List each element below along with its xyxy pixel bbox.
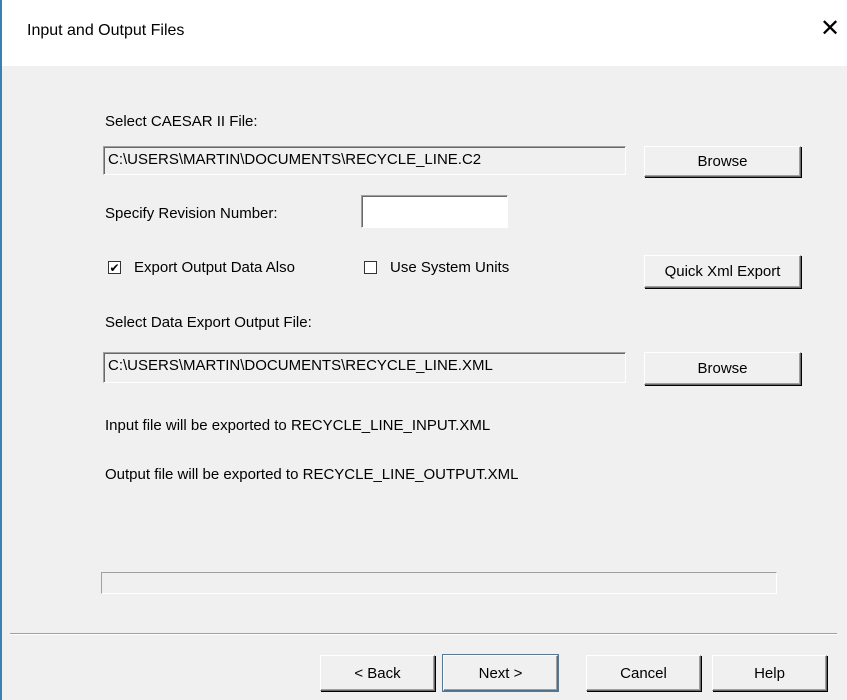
caesar-file-label: Select CAESAR II File: (105, 113, 258, 130)
export-file-field[interactable]: C:\USERS\MARTIN\DOCUMENTS\RECYCLE_LINE.X… (103, 352, 626, 383)
export-browse-button[interactable]: Browse (644, 352, 801, 385)
revision-label: Specify Revision Number: (105, 205, 278, 222)
revision-input[interactable] (361, 195, 508, 228)
caesar-file-field[interactable]: C:\USERS\MARTIN\DOCUMENTS\RECYCLE_LINE.C… (103, 146, 626, 175)
system-units-label: Use System Units (390, 259, 510, 276)
output-export-message: Output file will be exported to RECYCLE_… (105, 466, 519, 483)
close-icon[interactable]: ✕ (815, 14, 845, 44)
back-button[interactable]: < Back (320, 655, 435, 691)
dialog-title: Input and Output Files (27, 22, 185, 39)
export-file-label: Select Data Export Output File: (105, 314, 312, 331)
export-output-checkbox[interactable]: ✔ (108, 261, 121, 274)
input-export-message: Input file will be exported to RECYCLE_L… (105, 417, 491, 434)
caesar-browse-button[interactable]: Browse (644, 146, 801, 177)
system-units-checkbox[interactable] (364, 261, 377, 274)
cancel-button[interactable]: Cancel (586, 655, 701, 691)
help-button[interactable]: Help (712, 655, 827, 691)
export-output-label: Export Output Data Also (134, 259, 295, 276)
title-bar: Input and Output Files ✕ (2, 0, 847, 66)
quick-xml-export-button[interactable]: Quick Xml Export (644, 255, 801, 288)
dialog-window: Input and Output Files ✕ Select CAESAR I… (0, 0, 847, 700)
separator (10, 633, 837, 635)
progress-bar (101, 572, 777, 594)
next-button[interactable]: Next > (442, 654, 559, 692)
